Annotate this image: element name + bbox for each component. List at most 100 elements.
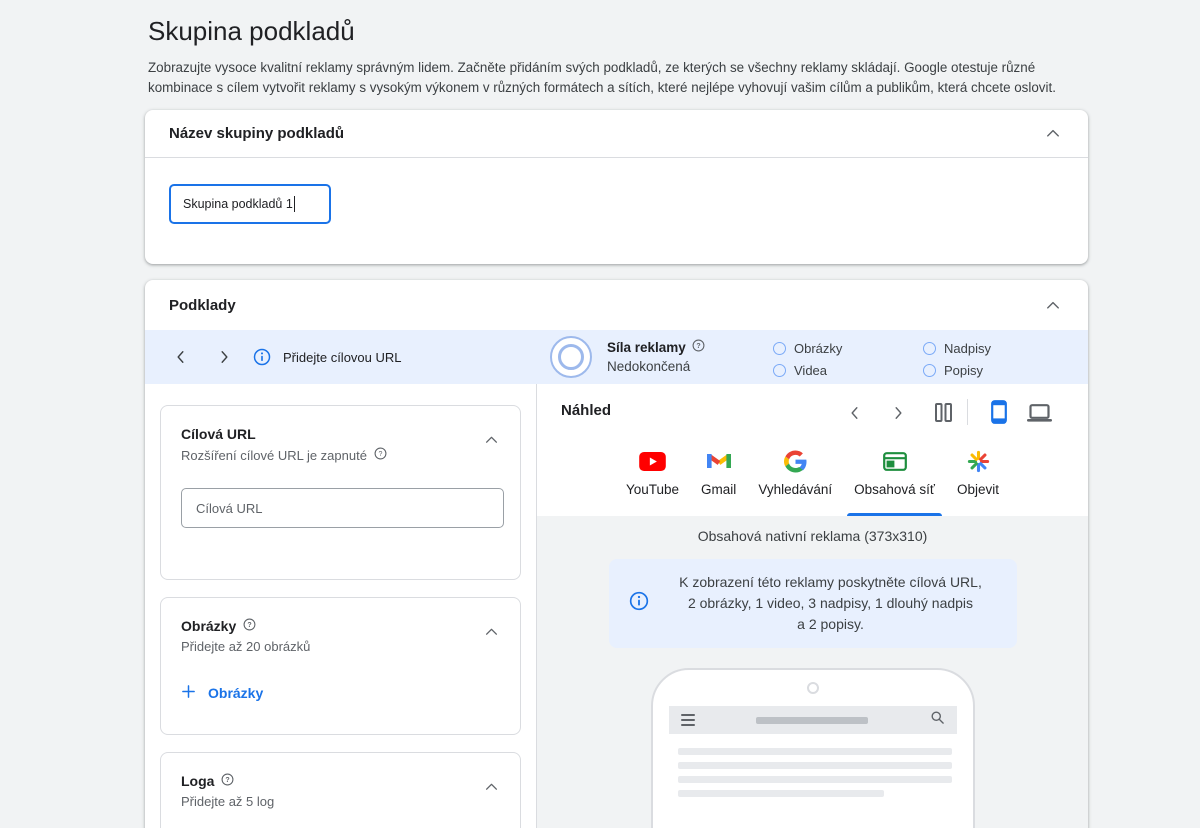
assets-card-header: Podklady xyxy=(145,280,1088,330)
help-icon[interactable]: ? xyxy=(692,339,705,355)
page-title: Skupina podkladů xyxy=(148,16,355,47)
tab-label: Vyhledávání xyxy=(758,482,832,497)
toolbar-next-button[interactable] xyxy=(219,350,230,367)
phone-camera-dot xyxy=(807,682,819,694)
preview-title: Náhled xyxy=(561,402,611,419)
preview-panel: Náhled xyxy=(536,384,1088,828)
chevron-up-icon xyxy=(1046,298,1060,313)
images-subtitle: Přidejte až 20 obrázků xyxy=(181,639,310,654)
menu-icon xyxy=(681,714,695,726)
preview-pause-button[interactable] xyxy=(935,403,952,425)
collapse-name-card-button[interactable] xyxy=(1042,122,1064,145)
pause-icon xyxy=(935,403,952,425)
tab-label: Obsahová síť xyxy=(854,482,935,497)
skeleton-line xyxy=(678,748,952,755)
tab-search[interactable]: Vyhledávání xyxy=(749,440,841,516)
asset-fields-column: Cílová URL Rozšíření cílové URL je zapnu… xyxy=(160,405,521,828)
logos-title: Loga xyxy=(181,773,214,789)
youtube-icon xyxy=(639,449,666,473)
preview-next-button[interactable] xyxy=(893,406,904,423)
asset-group-name-card: Název skupiny podkladů Skupina podkladů … xyxy=(145,110,1088,264)
tab-label: Objevit xyxy=(957,482,999,497)
ad-format-label: Obsahová nativní reklama (373x310) xyxy=(537,528,1088,544)
skeleton-line xyxy=(678,762,952,769)
chevron-right-icon xyxy=(893,406,904,423)
radio-circle-icon xyxy=(923,342,936,355)
skeleton-line xyxy=(678,790,884,797)
preview-body: Obsahová nativní reklama (373x310) K zob… xyxy=(537,516,1088,828)
collapse-images-button[interactable] xyxy=(483,622,500,641)
asset-group-name-input[interactable]: Skupina podkladů 1 xyxy=(169,184,331,224)
svg-text:?: ? xyxy=(248,622,252,629)
google-g-icon xyxy=(784,449,807,473)
assets-content: Cílová URL Rozšíření cílové URL je zapnu… xyxy=(145,384,1088,828)
chevron-up-icon xyxy=(1046,126,1060,141)
tab-display-network[interactable]: Obsahová síť xyxy=(845,440,944,516)
final-url-section: Cílová URL Rozšíření cílové URL je zapnu… xyxy=(160,405,521,580)
collapse-final-url-button[interactable] xyxy=(483,430,500,449)
laptop-icon xyxy=(1027,404,1052,425)
info-icon xyxy=(629,591,649,616)
asset-status-label: Popisy xyxy=(944,363,983,378)
phone-browser-bar xyxy=(669,706,957,734)
page-description: Zobrazujte vysoce kvalitní reklamy správ… xyxy=(148,58,1093,98)
ad-strength: Síla reklamy ? Nedokončená xyxy=(607,339,705,374)
logos-subtitle: Přidejte až 5 log xyxy=(181,794,274,809)
preview-previous-button[interactable] xyxy=(849,406,860,423)
ad-strength-gauge-ring xyxy=(558,344,584,370)
help-icon[interactable]: ? xyxy=(243,618,256,634)
images-title: Obrázky xyxy=(181,618,236,634)
tab-youtube[interactable]: YouTube xyxy=(617,440,688,516)
tab-gmail[interactable]: Gmail xyxy=(692,440,745,516)
ad-strength-status: Nedokončená xyxy=(607,359,705,374)
search-icon xyxy=(930,710,945,730)
asset-status-label: Nadpisy xyxy=(944,341,991,356)
help-icon[interactable]: ? xyxy=(374,447,387,463)
asset-status-videos: Videa xyxy=(773,363,827,378)
svg-text:?: ? xyxy=(226,777,230,784)
name-card-header: Název skupiny podkladů xyxy=(145,110,1088,158)
ad-strength-gauge xyxy=(550,336,592,378)
chevron-right-icon xyxy=(219,350,230,367)
asset-status-descriptions: Popisy xyxy=(923,363,983,378)
info-icon xyxy=(253,348,271,371)
display-network-icon xyxy=(883,449,907,473)
preview-header: Náhled xyxy=(537,384,1088,440)
help-icon[interactable]: ? xyxy=(221,773,234,789)
asset-group-name-value: Skupina podkladů 1 xyxy=(183,197,293,211)
tab-discover[interactable]: Objevit xyxy=(948,440,1008,516)
radio-circle-icon xyxy=(923,364,936,377)
phone-mockup xyxy=(651,668,975,828)
gmail-icon xyxy=(707,449,731,473)
chevron-left-icon xyxy=(175,350,186,367)
logos-section: Loga ? Přidejte až 5 log xyxy=(160,752,521,828)
tab-label: Gmail xyxy=(701,482,736,497)
tab-label: YouTube xyxy=(626,482,679,497)
collapse-logos-button[interactable] xyxy=(483,777,500,796)
svg-text:?: ? xyxy=(696,343,700,350)
assets-toolbar: Přidejte cílovou URL Síla reklamy ? Nedo… xyxy=(145,330,1088,384)
preview-info-box: K zobrazení této reklamy poskytněte cílo… xyxy=(609,559,1017,648)
chevron-up-icon xyxy=(485,624,498,639)
asset-status-label: Videa xyxy=(794,363,827,378)
final-url-input[interactable] xyxy=(181,488,504,528)
desktop-preview-button[interactable] xyxy=(1027,404,1052,425)
search-placeholder-bar xyxy=(756,717,868,724)
mobile-preview-button[interactable] xyxy=(991,400,1007,427)
toolbar-previous-button[interactable] xyxy=(175,350,186,367)
discover-icon xyxy=(967,449,990,473)
skeleton-line xyxy=(678,776,952,783)
asset-status-images: Obrázky xyxy=(773,341,842,356)
asset-status-headlines: Nadpisy xyxy=(923,341,991,356)
chevron-left-icon xyxy=(849,406,860,423)
text-cursor xyxy=(294,196,296,212)
add-images-label: Obrázky xyxy=(208,685,263,701)
final-url-title: Cílová URL xyxy=(181,426,256,442)
assets-card: Podklady Přidejte cílovou xyxy=(145,280,1088,828)
collapse-assets-card-button[interactable] xyxy=(1042,294,1064,317)
smartphone-icon xyxy=(991,400,1007,427)
name-card-title: Název skupiny podkladů xyxy=(169,125,344,142)
toolbar-message: Přidejte cílovou URL xyxy=(283,350,402,365)
add-images-button[interactable]: Obrázky xyxy=(181,684,263,702)
divider xyxy=(967,399,968,425)
